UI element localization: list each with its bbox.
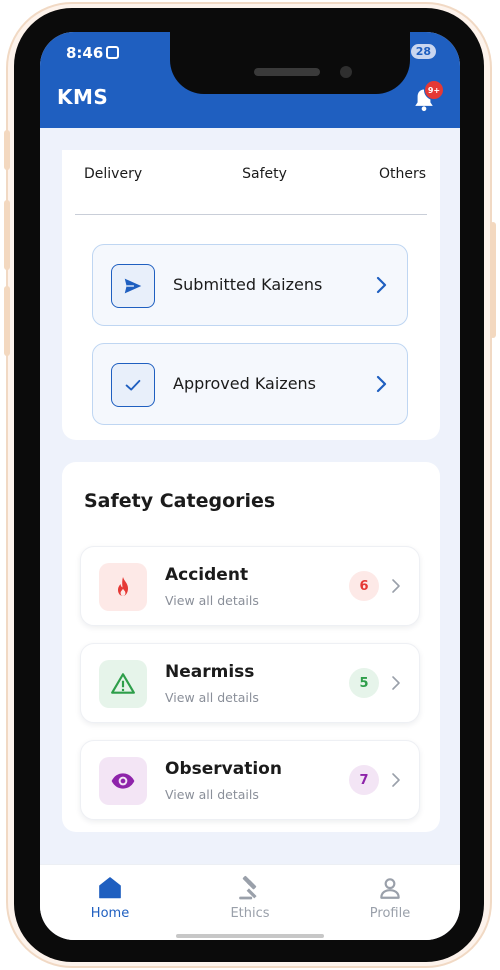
bottom-navigation: Home Ethics Profile — [40, 864, 460, 940]
category-subtitle: View all details — [165, 593, 259, 608]
front-camera — [340, 66, 352, 78]
tab-delivery[interactable]: Delivery — [84, 166, 142, 182]
chevron-right-icon — [376, 375, 387, 393]
category-row-nearmiss[interactable]: Nearmiss View all details 5 — [80, 643, 420, 723]
speaker — [254, 68, 320, 76]
notification-badge: 9+ — [424, 80, 444, 100]
nav-home[interactable]: Home — [65, 875, 155, 921]
count-badge: 5 — [349, 668, 379, 698]
chevron-right-icon — [392, 773, 400, 787]
side-button — [4, 200, 10, 270]
check-icon — [111, 363, 155, 407]
category-name: Nearmiss — [165, 662, 255, 682]
divider — [75, 214, 427, 215]
chevron-right-icon — [392, 676, 400, 690]
tab-others[interactable]: Others — [379, 166, 426, 182]
category-name: Observation — [165, 759, 282, 779]
status-time: 8:46 — [66, 44, 104, 62]
count-badge: 6 — [349, 571, 379, 601]
screen: 8:46 28 KMS 9+ Delivery Safety Others Su… — [40, 32, 460, 940]
section-title: Safety Categories — [84, 490, 276, 512]
approved-kaizens-label: Approved Kaizens — [173, 374, 317, 393]
submitted-kaizens-button[interactable]: Submitted Kaizens — [92, 244, 408, 326]
tab-safety[interactable]: Safety — [242, 166, 287, 182]
count-badge: 7 — [349, 765, 379, 795]
category-row-accident[interactable]: Accident View all details 6 — [80, 546, 420, 626]
person-icon — [380, 878, 400, 899]
nav-label: Profile — [369, 906, 411, 921]
screenshot-icon — [106, 46, 119, 59]
warning-icon — [99, 660, 147, 708]
send-icon — [111, 264, 155, 308]
battery-indicator: 28 — [410, 44, 436, 59]
category-subtitle: View all details — [165, 787, 259, 802]
home-icon — [99, 877, 121, 899]
chevron-right-icon — [376, 276, 387, 294]
chevron-right-icon — [392, 579, 400, 593]
side-button — [4, 130, 10, 170]
category-name: Accident — [165, 565, 249, 585]
nav-ethics[interactable]: Ethics — [205, 875, 295, 921]
notch — [170, 32, 410, 94]
app-title: KMS — [57, 85, 109, 109]
home-indicator — [176, 934, 324, 938]
eye-icon — [99, 757, 147, 805]
nav-label: Ethics — [230, 906, 270, 921]
nav-label: Home — [90, 906, 130, 921]
submitted-kaizens-label: Submitted Kaizens — [173, 275, 323, 294]
side-button — [4, 286, 10, 356]
gavel-icon — [239, 875, 257, 900]
fire-icon — [99, 563, 147, 611]
nav-profile[interactable]: Profile — [345, 875, 435, 921]
category-subtitle: View all details — [165, 690, 259, 705]
category-row-observation[interactable]: Observation View all details 7 — [80, 740, 420, 820]
category-tabs: Delivery Safety Others — [64, 166, 434, 182]
approved-kaizens-button[interactable]: Approved Kaizens — [92, 343, 408, 425]
side-button — [490, 222, 496, 338]
